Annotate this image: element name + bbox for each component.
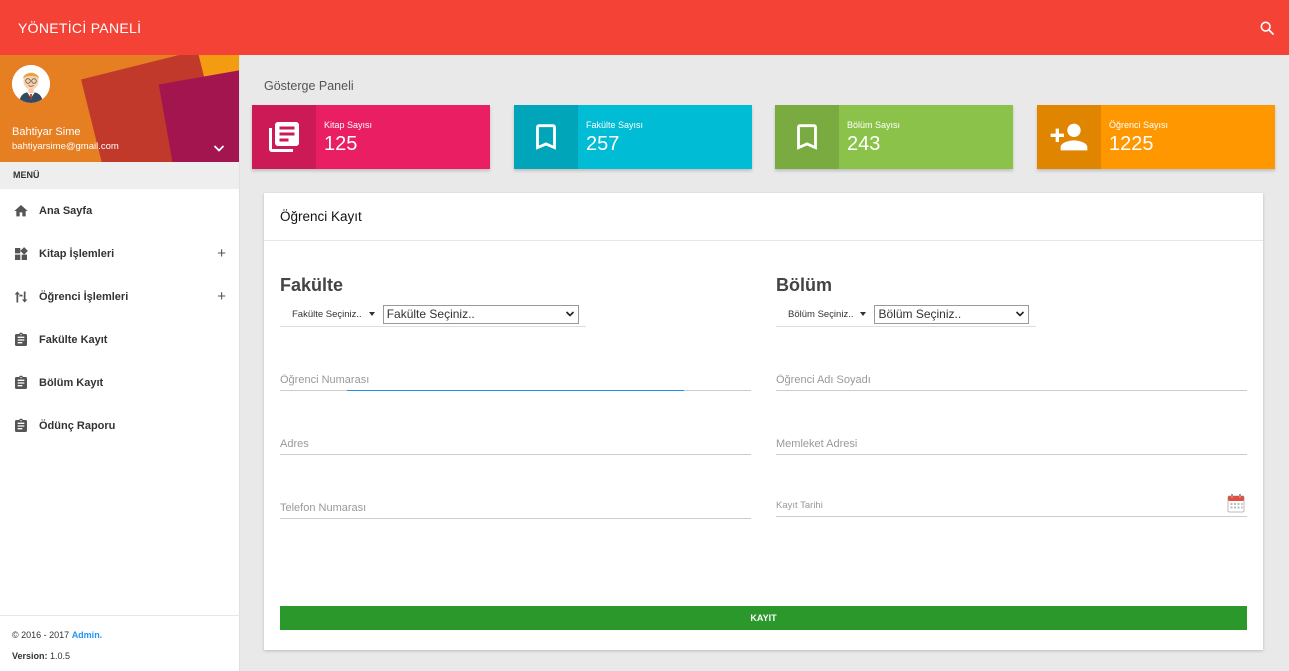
user-email: bahtiyarsime@gmail.com xyxy=(12,141,119,152)
stat-card-ogrenci: Öğrenci Sayısı 1225 xyxy=(1037,105,1275,169)
clipboard-icon xyxy=(12,417,30,435)
sidebar-item-ana-sayfa[interactable]: Ana Sayfa xyxy=(0,189,239,232)
chevron-down-icon[interactable] xyxy=(212,141,226,155)
sidebar-footer: © 2016 - 2017 Admin. Version: 1.0.5 xyxy=(0,615,240,671)
plus-icon[interactable]: + xyxy=(217,288,226,305)
home-icon xyxy=(12,202,30,220)
adres-input[interactable] xyxy=(280,433,751,454)
sidebar-item-odunc-raporu[interactable]: Ödünç Raporu xyxy=(0,404,239,447)
caret-down-icon xyxy=(860,312,867,316)
calendar-icon[interactable] xyxy=(1227,493,1245,513)
avatar xyxy=(12,65,50,103)
ad-soyad-field xyxy=(776,369,1247,391)
caret-down-icon xyxy=(368,312,375,316)
stat-label: Kitap Sayısı xyxy=(324,120,373,130)
bolum-title: Bölüm xyxy=(776,275,832,295)
sidebar-item-ogrenci-islemleri[interactable]: Öğrenci İşlemleri + xyxy=(0,275,239,318)
stat-value: 257 xyxy=(586,133,620,155)
sidebar: Bahtiyar Sime bahtiyarsime@gmail.com MEN… xyxy=(0,55,240,671)
telefon-input[interactable] xyxy=(280,497,751,518)
widgets-icon xyxy=(12,245,30,263)
fakulte-select-group: Fakülte Seçiniz.. Fakülte Seçiniz.. xyxy=(280,302,586,327)
chevron-down-icon xyxy=(565,311,574,317)
kayit-tarihi-field xyxy=(776,493,1247,517)
kayit-button[interactable]: KAYIT xyxy=(280,606,1247,630)
admin-link[interactable]: Admin. xyxy=(72,630,103,640)
stat-card-bolum: Bölüm Sayısı 243 xyxy=(775,105,1013,169)
swap-icon xyxy=(12,288,30,306)
stat-card-kitap: Kitap Sayısı 125 xyxy=(252,105,490,169)
bookmark-icon xyxy=(775,105,839,169)
plus-icon[interactable]: + xyxy=(217,245,226,262)
user-name: Bahtiyar Sime xyxy=(12,126,81,138)
stat-card-fakulte: Fakülte Sayısı 257 xyxy=(514,105,752,169)
copyright-text: © 2016 - 2017 Admin. xyxy=(12,630,103,640)
kayit-tarihi-input[interactable] xyxy=(776,495,1247,516)
sidebar-item-label: Fakülte Kayıt xyxy=(39,333,108,346)
bolum-select-group: Bölüm Seçiniz.. Bölüm Seçiniz.. xyxy=(776,302,1036,327)
stat-value: 243 xyxy=(847,133,881,155)
memleket-field xyxy=(776,433,1247,455)
stat-label: Bölüm Sayısı xyxy=(847,120,901,130)
ogrenci-kayit-card: Öğrenci Kayıt Fakülte Fakülte Seçiniz.. … xyxy=(264,193,1263,650)
bolum-dropdown[interactable]: Bölüm Seçiniz.. xyxy=(776,302,867,326)
sidebar-item-label: Ana Sayfa xyxy=(39,204,93,217)
person-add-icon xyxy=(1037,105,1101,169)
clipboard-icon xyxy=(12,331,30,349)
card-title: Öğrenci Kayıt xyxy=(264,193,1263,241)
ogrenci-no-field xyxy=(280,369,751,391)
sidebar-item-bolum-kayit[interactable]: Bölüm Kayıt xyxy=(0,361,239,404)
page-title: Gösterge Paneli xyxy=(264,79,354,93)
fakulte-title: Fakülte xyxy=(280,275,344,295)
top-navbar: YÖNETİCİ PANELİ xyxy=(0,0,1289,55)
ad-soyad-input[interactable] xyxy=(776,369,1247,390)
stat-value: 125 xyxy=(324,133,358,155)
sidebar-item-label: Kitap İşlemleri xyxy=(39,247,115,260)
version-text: Version: 1.0.5 xyxy=(12,651,71,661)
ogrenci-no-input[interactable] xyxy=(280,369,751,390)
menu-header: MENÜ xyxy=(0,162,239,189)
telefon-field xyxy=(280,497,751,519)
clipboard-icon xyxy=(12,374,30,392)
bookmark-icon xyxy=(514,105,578,169)
stat-value: 1225 xyxy=(1109,133,1154,155)
bolum-native-select[interactable]: Bölüm Seçiniz.. xyxy=(874,304,1030,324)
memleket-input[interactable] xyxy=(776,433,1247,454)
user-info-card: Bahtiyar Sime bahtiyarsime@gmail.com xyxy=(0,55,239,162)
focus-underline xyxy=(347,390,684,391)
sidebar-item-label: Ödünç Raporu xyxy=(39,419,116,432)
sidebar-item-label: Bölüm Kayıt xyxy=(39,376,104,389)
sidebar-item-fakulte-kayit[interactable]: Fakülte Kayıt xyxy=(0,318,239,361)
sidebar-item-label: Öğrenci İşlemleri xyxy=(39,290,129,303)
book-icon xyxy=(252,105,316,169)
chevron-down-icon xyxy=(1016,311,1025,317)
app-title[interactable]: YÖNETİCİ PANELİ xyxy=(18,20,141,36)
adres-field xyxy=(280,433,751,455)
stat-label: Öğrenci Sayısı xyxy=(1109,120,1169,130)
fakulte-native-select[interactable]: Fakülte Seçiniz.. xyxy=(382,304,579,324)
search-icon[interactable] xyxy=(1255,16,1279,40)
stat-label: Fakülte Sayısı xyxy=(586,120,644,130)
sidebar-item-kitap-islemleri[interactable]: Kitap İşlemleri + xyxy=(0,232,239,275)
fakulte-dropdown[interactable]: Fakülte Seçiniz.. xyxy=(280,302,375,326)
